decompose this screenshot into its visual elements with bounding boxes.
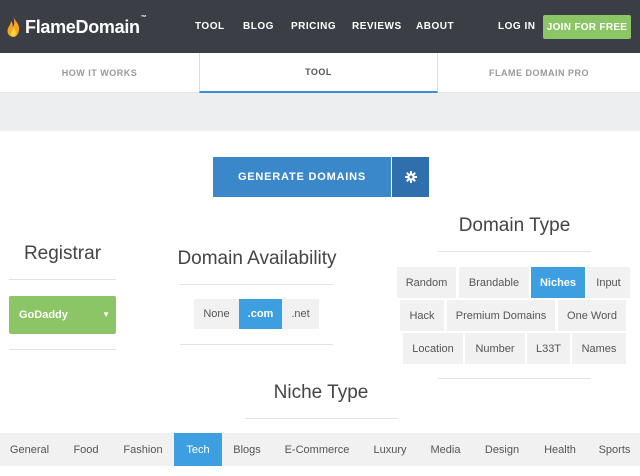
registrar-title: Registrar [23, 243, 102, 264]
domain-type-hack[interactable]: Hack [400, 300, 444, 331]
niche-food[interactable]: Food [59, 433, 113, 466]
domain-type-brandable[interactable]: Brandable [459, 267, 529, 298]
niche-e-commerce[interactable]: E-Commerce [272, 433, 362, 466]
niche-sports[interactable]: Sports [589, 433, 640, 466]
availability-option-net[interactable]: .net [282, 299, 319, 329]
availability-option-com[interactable]: .com [239, 299, 282, 329]
domain-type-premium-domains[interactable]: Premium Domains [447, 300, 555, 331]
niche-tech[interactable]: Tech [174, 433, 222, 466]
divider [438, 251, 591, 252]
domain-type-random[interactable]: Random [397, 267, 456, 298]
niche-blogs[interactable]: Blogs [222, 433, 272, 466]
app: FlameDomain ™ TOOL BLOG PRICING REVIEWS A… [0, 0, 640, 476]
generate-domains-button[interactable]: GENERATE DOMAINS [213, 157, 391, 197]
nav-item-blog[interactable]: BLOG [243, 0, 274, 53]
divider [9, 349, 116, 350]
domain-type-names[interactable]: Names [572, 333, 626, 364]
divider [245, 418, 397, 419]
niche-design[interactable]: Design [473, 433, 531, 466]
tab-bar: HOW IT WORKS TOOL FLAME DOMAIN PRO [0, 53, 640, 93]
domain-type-input[interactable]: Input [587, 267, 630, 298]
niche-media[interactable]: Media [418, 433, 473, 466]
niche-health[interactable]: Health [531, 433, 589, 466]
logo[interactable]: FlameDomain ™ [6, 14, 147, 40]
availability-option-none[interactable]: None [194, 299, 239, 329]
niche-luxury[interactable]: Luxury [362, 433, 418, 466]
banner-band [0, 93, 640, 131]
divider [180, 284, 333, 285]
divider [9, 279, 116, 280]
tab-how-it-works[interactable]: HOW IT WORKS [0, 53, 199, 93]
nav-item-about[interactable]: ABOUT [416, 0, 454, 53]
tab-flame-domain-pro[interactable]: FLAME DOMAIN PRO [438, 53, 640, 93]
domain-type-one-word[interactable]: One Word [558, 300, 626, 331]
domain-type-number[interactable]: Number [465, 333, 525, 364]
settings-button[interactable] [392, 157, 429, 197]
login-link[interactable]: LOG IN [498, 0, 535, 53]
divider [180, 344, 333, 345]
registrar-select[interactable]: GoDaddy ▼ [9, 296, 116, 334]
divider [438, 378, 591, 379]
domain-type-location[interactable]: Location [403, 333, 463, 364]
tab-tool[interactable]: TOOL [199, 53, 438, 93]
top-nav: FlameDomain ™ TOOL BLOG PRICING REVIEWS A… [0, 0, 640, 53]
flame-icon [7, 17, 20, 37]
trademark: ™ [140, 15, 147, 21]
nav-item-tool[interactable]: TOOL [195, 0, 225, 53]
domain-type-title: Domain Type [458, 215, 571, 236]
registrar-selected: GoDaddy [19, 309, 68, 321]
brand-name: FlameDomain [25, 16, 140, 37]
domain-type-niches[interactable]: Niches [531, 267, 585, 298]
niche-type-title: Niche Type [273, 382, 369, 403]
niche-fashion[interactable]: Fashion [113, 433, 173, 466]
niche-general[interactable]: General [0, 433, 59, 466]
nav-item-reviews[interactable]: REVIEWS [352, 0, 402, 53]
nav-item-pricing[interactable]: PRICING [291, 0, 336, 53]
join-button[interactable]: JOIN FOR FREE [543, 15, 631, 39]
chevron-down-icon: ▼ [102, 310, 110, 319]
gear-icon [404, 171, 417, 183]
availability-title: Domain Availability [177, 248, 337, 269]
domain-type-l33t[interactable]: L33T [527, 333, 570, 364]
